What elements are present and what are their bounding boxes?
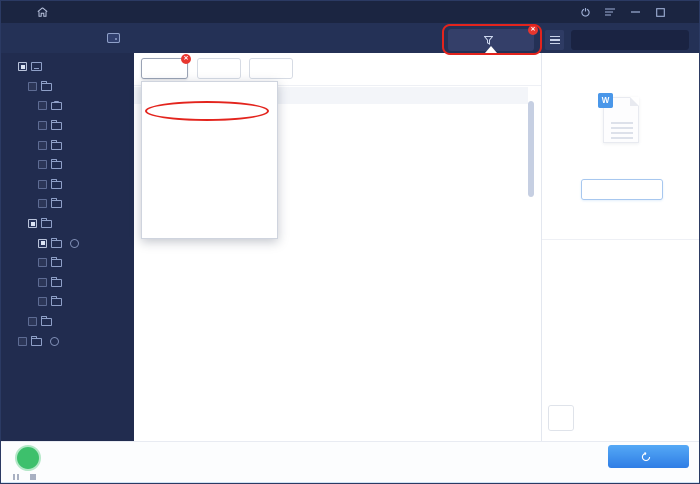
- dropdown-pointer: [485, 46, 497, 53]
- folder-deleted-icon: [41, 218, 52, 229]
- tree-item[interactable]: [1, 331, 134, 351]
- tree-checkbox[interactable]: [28, 317, 37, 327]
- power-icon[interactable]: [577, 4, 593, 20]
- tree-checkbox[interactable]: [18, 62, 27, 72]
- close-icon[interactable]: [677, 4, 693, 20]
- tree-checkbox[interactable]: [38, 277, 47, 287]
- tree-checkbox[interactable]: [28, 219, 37, 229]
- tree-item[interactable]: [1, 57, 134, 77]
- folder-icon: [51, 198, 62, 209]
- tree-checkbox[interactable]: [38, 199, 47, 209]
- stop-button[interactable]: [29, 474, 36, 480]
- status-bar: [1, 441, 699, 482]
- tree-item[interactable]: [1, 77, 134, 97]
- list-view-button[interactable]: [545, 30, 564, 50]
- preview-panel: W: [541, 53, 699, 441]
- navbar: ✕: [1, 23, 699, 53]
- tree-checkbox[interactable]: [18, 336, 27, 346]
- folder-icon: [41, 316, 52, 327]
- app-window: ✕ ✕ W: [0, 0, 700, 484]
- folder-deleted-icon: [51, 257, 62, 268]
- minimize-icon[interactable]: [627, 4, 643, 20]
- recover-icon: [641, 451, 651, 461]
- tree-checkbox[interactable]: [38, 258, 47, 268]
- word-annotation-ellipse: [145, 101, 269, 121]
- tree-item[interactable]: [1, 194, 134, 214]
- folder-tag-icon: [31, 335, 42, 346]
- scan-complete-icon: [15, 445, 41, 471]
- folder-deleted-icon: [41, 80, 52, 91]
- home-icon: [37, 7, 48, 17]
- type-filter-dropdown: [141, 81, 278, 239]
- tree-item[interactable]: [1, 292, 134, 312]
- folder-icon: [51, 178, 62, 189]
- tree-checkbox[interactable]: [38, 101, 47, 111]
- tree-checkbox[interactable]: [38, 160, 47, 170]
- return-home-button[interactable]: [37, 7, 55, 17]
- file-details: [542, 239, 699, 250]
- filter-badge: ✕: [528, 25, 538, 35]
- help-icon[interactable]: [70, 238, 79, 248]
- disk-icon: [31, 62, 42, 72]
- folder-deleted-icon: [51, 237, 62, 248]
- search-box: [571, 30, 693, 50]
- tree-checkbox[interactable]: [38, 238, 47, 248]
- folder-icon: [51, 120, 62, 131]
- search-input[interactable]: [571, 35, 693, 45]
- list-scrollbar[interactable]: [528, 101, 534, 197]
- tree-checkbox[interactable]: [38, 297, 47, 307]
- tree-item[interactable]: [1, 135, 134, 155]
- type-badge: ✕: [181, 54, 191, 64]
- folder-icon: [51, 296, 62, 307]
- filter-category-button[interactable]: ✕: [141, 54, 191, 79]
- tree-item[interactable]: [1, 116, 134, 136]
- expand-panel-button[interactable]: [548, 405, 574, 431]
- recover-button[interactable]: [608, 445, 689, 468]
- funnel-icon: [483, 35, 493, 45]
- help-icon[interactable]: [50, 336, 59, 346]
- folder-icon: [51, 159, 62, 170]
- breadcrumb: [107, 23, 162, 53]
- filter-category-button[interactable]: [197, 58, 241, 79]
- preview-button[interactable]: [581, 179, 663, 200]
- pause-button[interactable]: [13, 474, 19, 480]
- titlebar: [1, 1, 699, 23]
- menu-icon[interactable]: [602, 4, 618, 20]
- tree-item[interactable]: [1, 214, 134, 234]
- tree-item[interactable]: [1, 96, 134, 116]
- sidebar-tree: [1, 53, 134, 441]
- tree-checkbox[interactable]: [38, 121, 47, 131]
- tree-item[interactable]: [1, 233, 134, 253]
- tree-item[interactable]: [1, 273, 134, 293]
- drive-icon: [107, 33, 120, 43]
- tree-checkbox[interactable]: [38, 179, 47, 189]
- tree-checkbox[interactable]: [38, 140, 47, 150]
- bin-icon: [51, 101, 62, 111]
- folder-icon: [51, 139, 62, 150]
- word-badge-icon: W: [598, 93, 613, 108]
- folder-icon: [51, 276, 62, 287]
- tree-item[interactable]: [1, 155, 134, 175]
- tree-item[interactable]: [1, 312, 134, 332]
- tree-item[interactable]: [1, 175, 134, 195]
- tree-checkbox[interactable]: [28, 81, 37, 91]
- maximize-icon[interactable]: [652, 4, 668, 20]
- filter-category-button[interactable]: [249, 58, 293, 79]
- tree-item[interactable]: [1, 253, 134, 273]
- file-list-area: ✕: [134, 53, 541, 441]
